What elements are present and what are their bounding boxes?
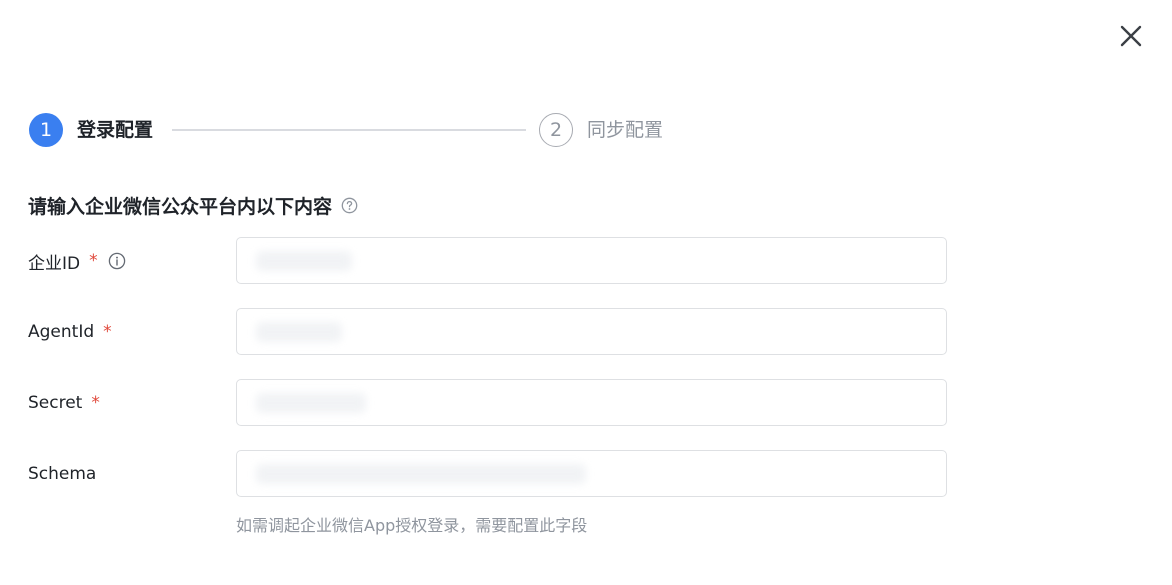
step-2-title[interactable]: 同步配置: [587, 118, 663, 142]
form-row-secret: Secret *: [0, 379, 1172, 427]
step-1-number: 1: [29, 113, 63, 147]
required-mark: *: [103, 322, 112, 342]
blurred-value: [256, 393, 366, 413]
agent-id-input[interactable]: [236, 308, 947, 355]
form-row-agent-id: AgentId *: [0, 308, 1172, 356]
section-title-text: 请输入企业微信公众平台内以下内容: [28, 195, 333, 218]
step-connector-line: [172, 129, 526, 131]
corp-id-label-text: 企业ID: [28, 253, 81, 274]
steps-indicator: 1 登录配置 2 同步配置: [28, 112, 708, 148]
blurred-value: [256, 251, 352, 271]
close-icon: [1120, 25, 1142, 47]
corp-id-label: 企业ID *: [28, 237, 126, 285]
section-title: 请输入企业微信公众平台内以下内容: [28, 192, 358, 218]
form-row-schema: Schema: [0, 450, 1172, 498]
close-button[interactable]: [1115, 20, 1147, 52]
schema-label-text: Schema: [28, 464, 97, 484]
question-circle-icon[interactable]: [341, 197, 358, 214]
blurred-value: [256, 464, 586, 484]
required-mark: *: [91, 393, 100, 413]
secret-label: Secret *: [28, 379, 100, 427]
agent-id-label-text: AgentId: [28, 322, 95, 342]
form-row-corp-id: 企业ID *: [0, 237, 1172, 285]
schema-label: Schema: [28, 450, 96, 498]
blurred-value: [256, 322, 342, 342]
required-mark: *: [89, 251, 98, 271]
secret-label-text: Secret: [28, 393, 83, 413]
schema-hint: 如需调起企业微信App授权登录，需要配置此字段: [236, 516, 588, 535]
step-2-number: 2: [539, 113, 573, 147]
agent-id-label: AgentId *: [28, 308, 112, 356]
info-circle-icon[interactable]: [108, 252, 126, 270]
step-1-title[interactable]: 登录配置: [77, 118, 153, 142]
